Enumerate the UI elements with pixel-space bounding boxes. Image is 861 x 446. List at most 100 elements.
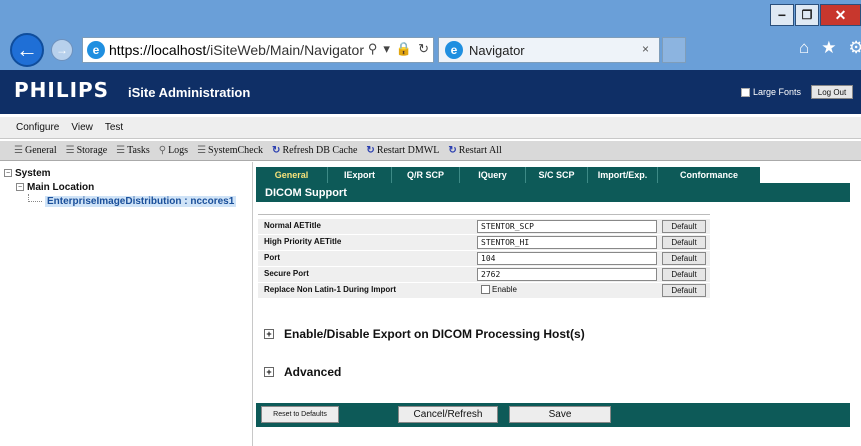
url-text[interactable]: https://localhost/iSiteWeb/Main/Navigato… (109, 42, 364, 58)
toolbar-tasks[interactable]: ☰ Tasks (116, 145, 150, 156)
port-input[interactable]: 104 (477, 252, 657, 265)
logs-icon: ⚲ (158, 145, 167, 156)
refresh-icon: ↻ (448, 145, 457, 156)
advanced-section-toggle[interactable]: + Advanced (264, 365, 341, 379)
toolbar-storage[interactable]: ☰ Storage (66, 145, 108, 156)
dicom-settings-form: Normal AETitle STENTOR_SCP Default High … (258, 214, 710, 306)
maximize-button[interactable]: ❐ (795, 4, 819, 26)
lock-icon[interactable]: 🔒 (396, 41, 412, 57)
form-row-normal-aetitle: Normal AETitle STENTOR_SCP Default (258, 219, 710, 234)
browser-title-bar: − ❐ ✕ (0, 0, 861, 30)
normal-aetitle-default-button[interactable]: Default (662, 220, 706, 233)
browser-tab[interactable]: e Navigator × (438, 37, 660, 63)
refresh-icon: ↻ (272, 145, 281, 156)
toolbar-restart-all-label: Restart All (458, 145, 502, 156)
tree-connector (28, 194, 42, 202)
tab-general[interactable]: General (256, 167, 328, 183)
forward-arrow-icon: → (56, 43, 68, 57)
app-header: PHILIPS iSite Administration Large Fonts… (0, 70, 861, 114)
replace-non-latin-label: Replace Non Latin-1 During Import (264, 285, 397, 294)
save-button[interactable]: Save (509, 406, 611, 423)
port-label: Port (264, 253, 280, 262)
tab-sc-scp[interactable]: S/C SCP (526, 167, 588, 183)
normal-aetitle-input[interactable]: STENTOR_SCP (477, 220, 657, 233)
toolbar: ☰ General ☰ Storage ☰ Tasks ⚲ Logs ☰ SystemCh… (0, 141, 861, 161)
collapse-icon[interactable]: − (4, 169, 12, 177)
high-priority-aetitle-input[interactable]: STENTOR_HI (477, 236, 657, 249)
minimize-button[interactable]: − (770, 4, 794, 26)
tab-close-icon[interactable]: × (642, 42, 649, 56)
secure-port-default-button[interactable]: Default (662, 268, 706, 281)
settings-gear-icon[interactable]: ⚙ (849, 38, 861, 58)
large-fonts-checkbox[interactable] (741, 87, 750, 97)
form-footer: Reset to Defaults Cancel/Refresh Save (256, 403, 850, 427)
menu-bar: Configure View Test (0, 117, 861, 139)
home-icon[interactable]: ⌂ (799, 38, 809, 58)
toolbar-restart-dmwl[interactable]: ↻ Restart DMWL (366, 145, 439, 156)
port-default-button[interactable]: Default (662, 252, 706, 265)
tree-node-selected-label: EnterpriseImageDistribution : nccores1 (45, 195, 237, 207)
close-window-button[interactable]: ✕ (820, 4, 861, 26)
toolbar-general-label: General (24, 145, 57, 156)
form-row-secure-port: Secure Port 2762 Default (258, 267, 710, 282)
toolbar-refresh-db-cache[interactable]: ↻ Refresh DB Cache (272, 145, 357, 156)
expand-icon[interactable]: + (264, 367, 274, 377)
toolbar-logs[interactable]: ⚲ Logs (159, 145, 188, 156)
list-icon: ☰ (116, 145, 126, 156)
logout-button[interactable]: Log Out (811, 85, 853, 99)
high-priority-aetitle-label: High Priority AETitle (264, 237, 342, 246)
dropdown-icon[interactable]: ▾ (383, 41, 390, 57)
address-row: ← → e https://localhost/iSiteWeb/Main/Na… (0, 30, 861, 70)
toolbar-storage-label: Storage (76, 145, 108, 156)
toolbar-logs-label: Logs (168, 145, 189, 156)
url-host: https://localhost (109, 42, 207, 58)
search-icon[interactable]: ⚲ (368, 41, 378, 57)
favorites-star-icon[interactable]: ★ (821, 38, 836, 58)
tree-node-system-label: System (15, 167, 51, 179)
reset-to-defaults-button[interactable]: Reset to Defaults (261, 406, 339, 423)
enable-checkbox-group[interactable]: Enable (481, 285, 517, 294)
replace-non-latin-default-button[interactable]: Default (662, 284, 706, 297)
refresh-icon: ↻ (366, 145, 375, 156)
cancel-refresh-button[interactable]: Cancel/Refresh (398, 406, 498, 423)
address-bar[interactable]: e https://localhost/iSiteWeb/Main/Naviga… (82, 37, 434, 63)
philips-logo: PHILIPS (14, 78, 110, 102)
new-tab-button[interactable] (662, 37, 686, 63)
back-button[interactable]: ← (10, 33, 44, 67)
collapse-icon[interactable]: − (16, 183, 24, 191)
tab-import-exp[interactable]: Import/Exp. (588, 167, 658, 183)
form-row-port: Port 104 Default (258, 251, 710, 266)
expand-icon[interactable]: + (264, 329, 274, 339)
export-host-section-label: Enable/Disable Export on DICOM Processin… (284, 327, 585, 341)
high-priority-aetitle-default-button[interactable]: Default (662, 236, 706, 249)
secure-port-input[interactable]: 2762 (477, 268, 657, 281)
normal-aetitle-label: Normal AETitle (264, 221, 321, 230)
section-title: DICOM Support (256, 183, 850, 202)
tree-node-selected[interactable]: EnterpriseImageDistribution : nccores1 (4, 194, 252, 208)
tab-title: Navigator (469, 42, 525, 58)
tab-iexport[interactable]: IExport (328, 167, 392, 183)
forward-button[interactable]: → (51, 39, 73, 61)
enable-checkbox[interactable] (481, 285, 490, 294)
url-path: /iSiteWeb/Main/Navigator (206, 42, 364, 58)
navigation-tree: − System − Main Location EnterpriseImage… (0, 162, 253, 446)
menu-test[interactable]: Test (105, 122, 123, 133)
menu-view[interactable]: View (71, 122, 93, 133)
tab-qr-scp[interactable]: Q/R SCP (392, 167, 460, 183)
list-icon: ☰ (65, 145, 75, 156)
refresh-page-icon[interactable]: ↻ (418, 41, 429, 57)
large-fonts-toggle[interactable]: Large Fonts (741, 87, 801, 97)
toolbar-general[interactable]: ☰ General (14, 145, 57, 156)
enable-checkbox-label: Enable (492, 285, 517, 294)
tab-conformance[interactable]: Conformance (658, 167, 760, 183)
tree-node-system[interactable]: − System (4, 166, 252, 180)
toolbar-systemcheck-label: SystemCheck (208, 145, 264, 156)
tree-node-main-location[interactable]: − Main Location (4, 180, 252, 194)
tab-iquery[interactable]: IQuery (460, 167, 526, 183)
menu-configure[interactable]: Configure (16, 122, 59, 133)
toolbar-restart-all[interactable]: ↻ Restart All (448, 145, 501, 156)
export-host-section-toggle[interactable]: + Enable/Disable Export on DICOM Process… (264, 327, 585, 341)
list-icon: ☰ (197, 145, 207, 156)
toolbar-systemcheck[interactable]: ☰ SystemCheck (197, 145, 263, 156)
tab-ie-icon: e (445, 41, 463, 59)
